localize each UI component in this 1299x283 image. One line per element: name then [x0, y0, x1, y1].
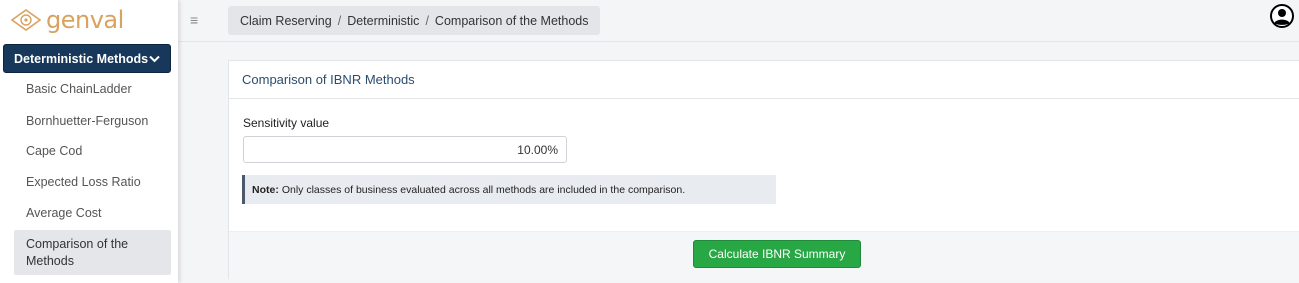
- user-circle-icon[interactable]: [1270, 4, 1294, 28]
- sidebar-item-label: Expected Loss Ratio: [26, 175, 141, 189]
- sidebar: genval Deterministic Methods Basic Chain…: [0, 0, 178, 283]
- breadcrumb: Claim Reserving / Deterministic / Compar…: [228, 6, 601, 35]
- breadcrumb-separator: /: [337, 13, 342, 28]
- sidebar-item-label: Bornhuetter-Ferguson: [26, 114, 149, 128]
- sidebar-item-average-cost[interactable]: Average Cost: [14, 203, 171, 223]
- sensitivity-input[interactable]: [243, 136, 567, 163]
- hamburger-icon[interactable]: ≡: [190, 12, 198, 28]
- sidebar-item-label: Average Cost: [26, 206, 102, 220]
- sidebar-item-comparison-of-the-methods[interactable]: Comparison of the Methods: [14, 230, 171, 275]
- sidebar-item-bornhuetter-ferguson[interactable]: Bornhuetter-Ferguson: [14, 111, 171, 131]
- logo-icon: [10, 9, 42, 31]
- card-footer: Calculate IBNR Summary: [229, 231, 1299, 279]
- sidebar-item-basic-chainladder[interactable]: Basic ChainLadder: [14, 79, 171, 99]
- calculate-ibnr-summary-button[interactable]: Calculate IBNR Summary: [693, 240, 861, 268]
- ibnr-comparison-card: Comparison of IBNR Methods Sensitivity v…: [228, 60, 1299, 279]
- top-bar: ≡ Claim Reserving / Deterministic / Comp…: [178, 0, 1299, 42]
- sidebar-item-label: Comparison of the: [26, 236, 129, 251]
- sidebar-section-deterministic-methods[interactable]: Deterministic Methods: [3, 44, 171, 73]
- brand-logo[interactable]: genval: [10, 4, 124, 36]
- breadcrumb-item-deterministic[interactable]: Deterministic: [347, 14, 419, 28]
- note-callout: Note: Only classes of business evaluated…: [242, 175, 776, 204]
- breadcrumb-separator: /: [425, 13, 429, 28]
- chevron-down-icon: [149, 52, 160, 66]
- breadcrumb-item-claim-reserving[interactable]: Claim Reserving: [240, 14, 332, 28]
- note-text: Only classes of business evaluated acros…: [281, 183, 686, 196]
- sensitivity-label: Sensitivity value: [243, 116, 330, 130]
- sidebar-item-label: Cape Cod: [26, 144, 83, 158]
- card-title: Comparison of IBNR Methods: [229, 61, 1299, 99]
- note-prefix: Note:: [252, 183, 279, 196]
- sidebar-item-expected-loss-ratio[interactable]: Expected Loss Ratio: [14, 172, 171, 192]
- sidebar-item-label-line2: Methods: [26, 253, 74, 268]
- sidebar-item-label: Basic ChainLadder: [26, 82, 132, 96]
- sidebar-section-label: Deterministic Methods: [14, 51, 149, 66]
- sidebar-item-cape-cod[interactable]: Cape Cod: [14, 141, 171, 161]
- breadcrumb-item-current: Comparison of the Methods: [434, 13, 589, 28]
- brand-name: genval: [46, 6, 124, 34]
